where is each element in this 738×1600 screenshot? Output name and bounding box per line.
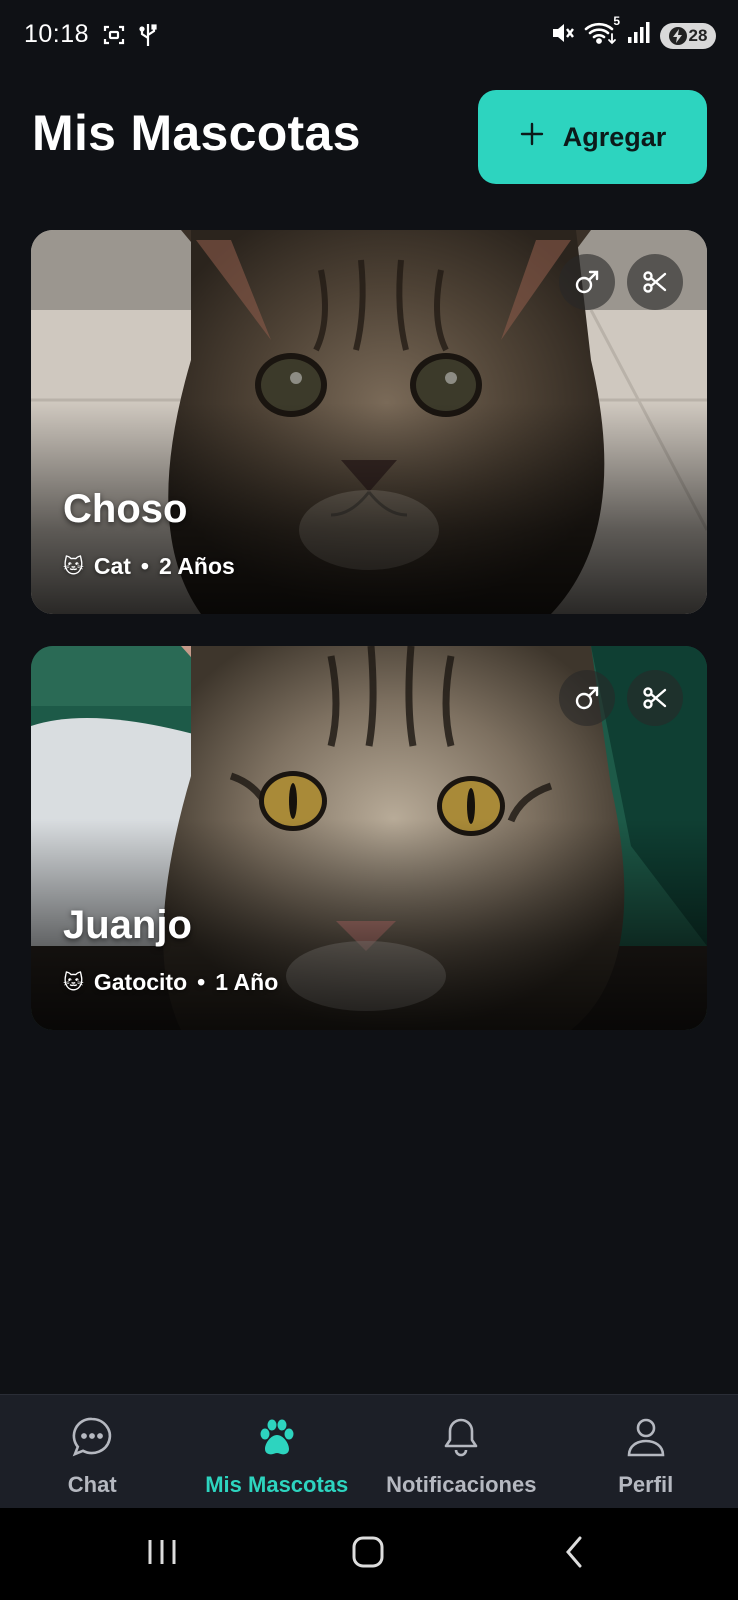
nav-item-perfil[interactable]: Perfil	[554, 1395, 738, 1509]
screenshot-icon	[102, 23, 126, 52]
cat-icon: 🐱	[63, 556, 84, 578]
back-icon[interactable]	[562, 1532, 588, 1577]
pet-species: Cat	[93, 553, 131, 579]
add-pet-button[interactable]: Agregar	[478, 90, 707, 184]
pet-card[interactable]: Juanjo 🐱 Gatocito • 1 Año	[31, 646, 707, 1030]
usb-icon	[138, 22, 158, 53]
status-right-icons: 5 28	[550, 14, 716, 51]
paw-icon	[255, 1415, 299, 1464]
scissors-icon	[627, 670, 683, 726]
chat-bubble-icon	[70, 1415, 114, 1464]
screen: 10:18 5 28 Mis Mascotas Agregar Choso 🐱 …	[0, 0, 738, 1600]
nav-label: Notificaciones	[386, 1472, 537, 1497]
charging-icon	[668, 26, 687, 45]
male-icon	[559, 670, 615, 726]
system-nav	[0, 1508, 738, 1600]
nav-item-chat[interactable]: Chat	[0, 1395, 185, 1509]
pet-card[interactable]: Choso 🐱 Cat • 2 Años	[31, 230, 707, 614]
signal-icon	[626, 21, 652, 50]
bottom-nav: Chat Mis Mascotas Notificaciones Perfil	[0, 1394, 738, 1509]
pet-name: Choso	[63, 487, 188, 531]
pet-age: 1 Año	[215, 969, 279, 995]
plus-icon	[519, 121, 545, 154]
nav-label: Mis Mascotas	[205, 1472, 349, 1497]
pet-badges	[559, 254, 683, 310]
nav-item-mis-mascotas[interactable]: Mis Mascotas	[185, 1395, 370, 1509]
person-icon	[624, 1415, 668, 1464]
page-title: Mis Mascotas	[32, 105, 361, 161]
bell-icon	[439, 1415, 483, 1464]
pet-species: Gatocito	[93, 969, 188, 995]
cat-icon: 🐱	[63, 972, 84, 994]
meta-separator: •	[140, 553, 149, 579]
status-bar: 10:18 5 28	[0, 0, 738, 72]
pet-meta: 🐱 Gatocito • 1 Año	[63, 969, 278, 996]
pet-meta: 🐱 Cat • 2 Años	[63, 553, 235, 580]
nav-label: Chat	[67, 1472, 117, 1497]
home-icon[interactable]	[350, 1532, 386, 1577]
pet-name: Juanjo	[63, 903, 192, 947]
recent-apps-icon[interactable]	[146, 1532, 178, 1577]
battery-level: 28	[688, 25, 708, 45]
nav-item-notificaciones[interactable]: Notificaciones	[369, 1395, 554, 1509]
pet-badges	[559, 670, 683, 726]
meta-separator: •	[197, 969, 206, 995]
status-left-icons	[102, 22, 158, 53]
scissors-icon	[627, 254, 683, 310]
wifi-icon: 5	[584, 14, 620, 51]
battery-indicator: 28	[660, 22, 716, 49]
mute-icon	[550, 20, 576, 51]
nav-label: Perfil	[618, 1472, 674, 1497]
pet-age: 2 Años	[158, 553, 235, 579]
add-pet-label: Agregar	[562, 121, 667, 152]
wifi-badge: 5	[613, 14, 620, 28]
status-time: 10:18	[24, 20, 90, 48]
male-icon	[559, 254, 615, 310]
